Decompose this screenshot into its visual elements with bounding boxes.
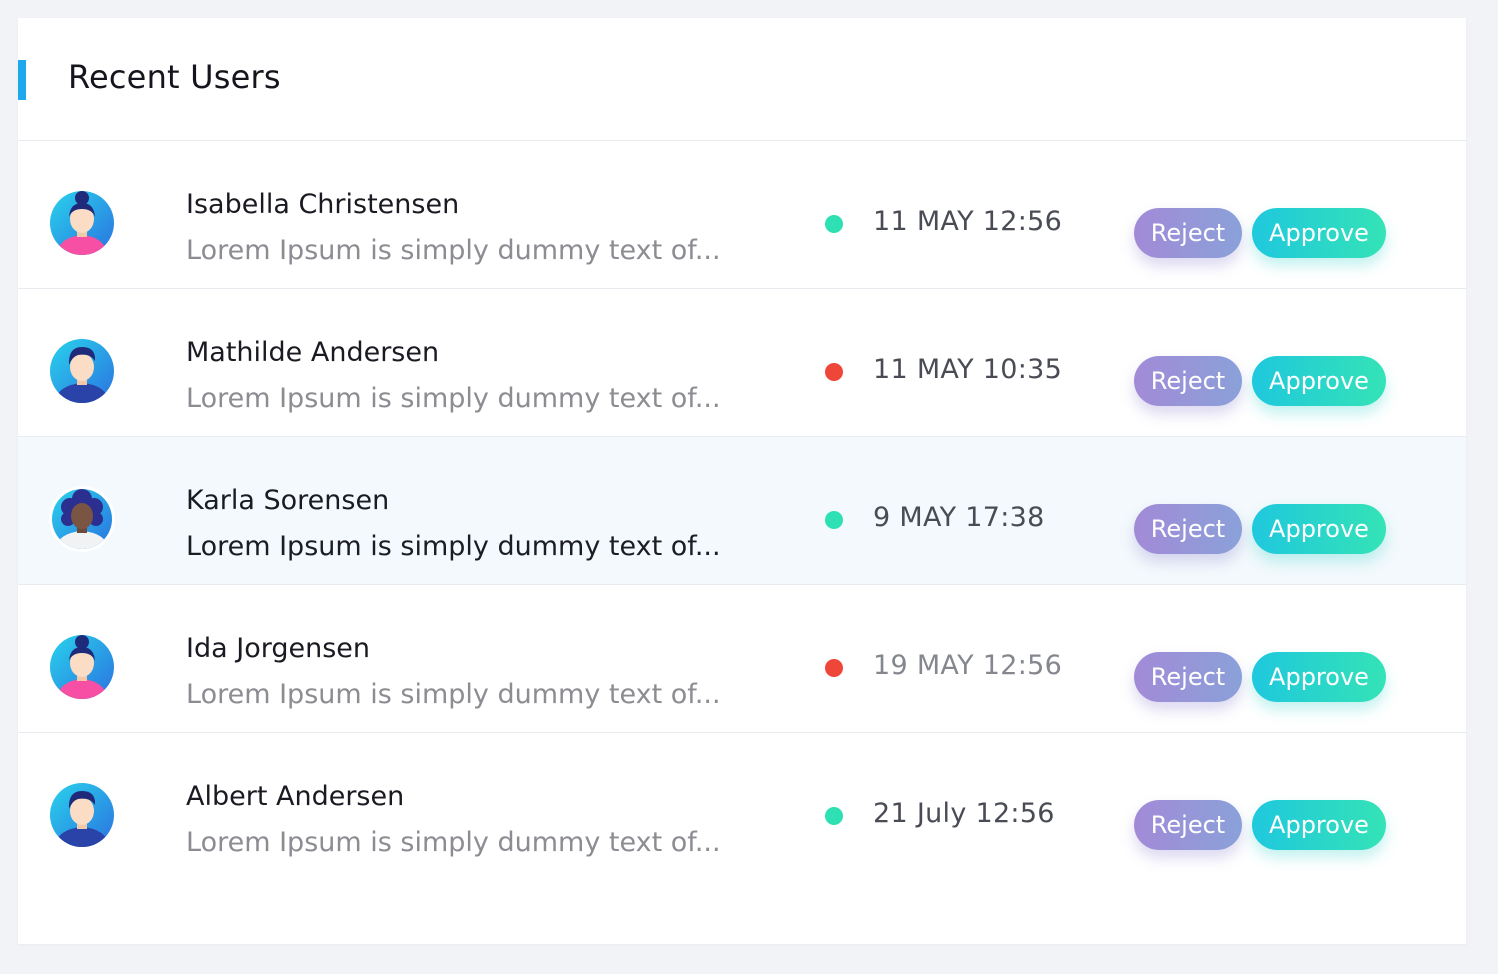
recent-users-card: Recent Users Isabella Christensen Lorem …	[18, 18, 1466, 944]
user-description: Lorem Ipsum is simply dummy text of...	[186, 827, 721, 858]
status-dot-online	[825, 511, 843, 529]
user-description: Lorem Ipsum is simply dummy text of...	[186, 383, 721, 414]
female-bun-avatar-icon	[48, 189, 116, 257]
reject-button[interactable]: Reject	[1134, 652, 1242, 702]
approve-button[interactable]: Approve	[1252, 504, 1386, 554]
status-dot-offline	[825, 659, 843, 677]
female-curly-avatar-icon	[48, 485, 116, 553]
user-row: Isabella Christensen Lorem Ipsum is simp…	[18, 141, 1466, 289]
user-name: Ida Jorgensen	[186, 633, 370, 664]
user-description: Lorem Ipsum is simply dummy text of...	[186, 531, 721, 562]
user-list: Isabella Christensen Lorem Ipsum is simp…	[18, 141, 1466, 880]
male-avatar-icon	[48, 337, 116, 405]
timestamp: 21 July 12:56	[873, 798, 1055, 829]
male-avatar-icon	[48, 781, 116, 849]
user-description: Lorem Ipsum is simply dummy text of...	[186, 679, 721, 710]
approve-button[interactable]: Approve	[1252, 208, 1386, 258]
status-dot-offline	[825, 363, 843, 381]
timestamp: 9 MAY 17:38	[873, 502, 1045, 533]
user-row: Mathilde Andersen Lorem Ipsum is simply …	[18, 289, 1466, 437]
user-row: Albert Andersen Lorem Ipsum is simply du…	[18, 733, 1466, 880]
timestamp: 19 MAY 12:56	[873, 650, 1063, 681]
card-title: Recent Users	[68, 58, 281, 96]
status-dot-online	[825, 215, 843, 233]
user-row: Karla Sorensen Lorem Ipsum is simply dum…	[18, 437, 1466, 585]
user-name: Isabella Christensen	[186, 189, 460, 220]
user-name: Karla Sorensen	[186, 485, 390, 516]
card-header: Recent Users	[18, 18, 1466, 141]
reject-button[interactable]: Reject	[1134, 208, 1242, 258]
timestamp: 11 MAY 10:35	[873, 354, 1063, 385]
user-row: Ida Jorgensen Lorem Ipsum is simply dumm…	[18, 585, 1466, 733]
approve-button[interactable]: Approve	[1252, 652, 1386, 702]
user-description: Lorem Ipsum is simply dummy text of...	[186, 235, 721, 266]
approve-button[interactable]: Approve	[1252, 800, 1386, 850]
title-accent-bar	[18, 60, 26, 100]
female-bun-avatar-icon	[48, 633, 116, 701]
reject-button[interactable]: Reject	[1134, 504, 1242, 554]
timestamp: 11 MAY 12:56	[873, 206, 1063, 237]
approve-button[interactable]: Approve	[1252, 356, 1386, 406]
user-name: Mathilde Andersen	[186, 337, 440, 368]
reject-button[interactable]: Reject	[1134, 800, 1242, 850]
user-name: Albert Andersen	[186, 781, 405, 812]
reject-button[interactable]: Reject	[1134, 356, 1242, 406]
status-dot-online	[825, 807, 843, 825]
